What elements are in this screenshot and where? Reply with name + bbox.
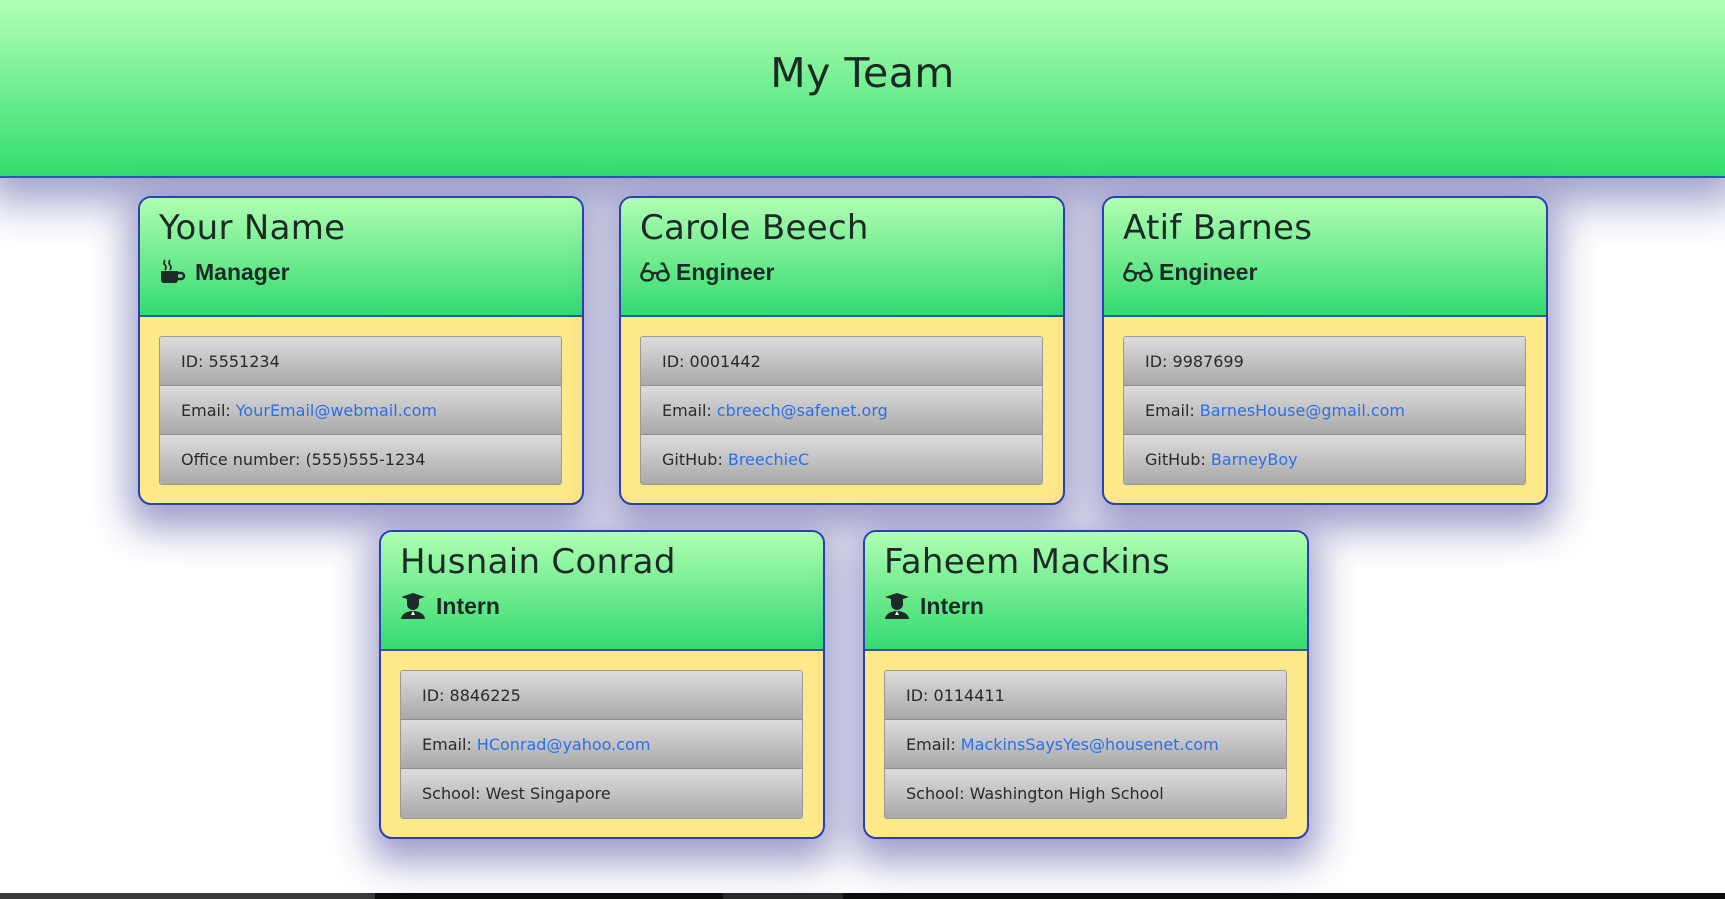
email-prefix: Email:	[662, 400, 712, 420]
email-prefix: Email:	[1145, 400, 1195, 420]
page-header: My Team	[0, 0, 1725, 178]
id-text: ID: 0001442	[662, 351, 761, 371]
employee-card-intern: Husnain Conrad Intern ID: 8846225 Email:…	[379, 530, 825, 839]
id-text: ID: 0114411	[906, 685, 1005, 705]
office-number-prefix: Office number:	[181, 450, 301, 469]
card-header: Faheem Mackins Intern	[865, 532, 1307, 651]
taskbar-segment	[723, 893, 843, 899]
window-bottom-edge	[0, 893, 1725, 899]
email-link[interactable]: YourEmail@webmail.com	[236, 401, 437, 420]
employee-role-label: Intern	[436, 592, 500, 619]
page-title: My Team	[770, 49, 955, 97]
employee-card-manager: Your Name Manager ID: 5551234 Email: You…	[138, 196, 584, 505]
email-item: Email: HConrad@yahoo.com	[401, 720, 802, 769]
graduate-icon	[884, 592, 914, 620]
email-prefix: Email:	[181, 400, 231, 420]
employee-role: Engineer	[1123, 258, 1546, 286]
school-prefix: School:	[422, 784, 481, 803]
glasses-icon	[1123, 258, 1153, 286]
glasses-icon	[640, 258, 670, 286]
card-body: ID: 0114411 Email: MackinsSaysYes@housen…	[865, 651, 1307, 819]
email-item: Email: MackinsSaysYes@housenet.com	[885, 720, 1286, 769]
office-number-value: (555)555-1234	[305, 450, 426, 469]
email-prefix: Email:	[906, 734, 956, 754]
id-item: ID: 5551234	[160, 337, 561, 386]
id-item: ID: 0001442	[641, 337, 1042, 386]
github-prefix: GitHub:	[662, 450, 723, 469]
github-prefix: GitHub:	[1145, 450, 1206, 469]
employee-role-label: Engineer	[676, 258, 775, 285]
email-link[interactable]: BarnesHouse@gmail.com	[1200, 401, 1405, 420]
employee-role-label: Manager	[195, 258, 290, 285]
card-header: Your Name Manager	[140, 198, 582, 317]
employee-name: Faheem Mackins	[884, 542, 1171, 582]
github-link[interactable]: BarneyBoy	[1211, 450, 1298, 469]
taskbar-segment	[0, 893, 375, 899]
id-text: ID: 8846225	[422, 685, 521, 705]
coffee-icon	[159, 258, 189, 286]
graduate-icon	[400, 592, 430, 620]
employee-name: Your Name	[159, 208, 346, 248]
github-link[interactable]: BreechieC	[728, 450, 809, 469]
info-list: ID: 5551234 Email: YourEmail@webmail.com…	[159, 336, 562, 485]
employee-card-intern: Faheem Mackins Intern ID: 0114411 Email:…	[863, 530, 1309, 839]
employee-role-label: Engineer	[1159, 258, 1258, 285]
card-body: ID: 5551234 Email: YourEmail@webmail.com…	[140, 317, 582, 485]
employee-role: Manager	[159, 258, 582, 286]
employee-name: Carole Beech	[640, 208, 869, 248]
info-list: ID: 8846225 Email: HConrad@yahoo.com Sch…	[400, 670, 803, 819]
card-header: Husnain Conrad Intern	[381, 532, 823, 651]
employee-name: Atif Barnes	[1123, 208, 1313, 248]
email-prefix: Email:	[422, 734, 472, 754]
employee-role: Engineer	[640, 258, 1063, 286]
card-header: Atif Barnes Engineer	[1104, 198, 1546, 317]
email-link[interactable]: HConrad@yahoo.com	[477, 735, 651, 754]
github-item: GitHub: BarneyBoy	[1124, 435, 1525, 484]
employee-card-engineer: Carole Beech Engineer ID: 0001442 Email:…	[619, 196, 1065, 505]
info-list: ID: 9987699 Email: BarnesHouse@gmail.com…	[1123, 336, 1526, 485]
info-list: ID: 0114411 Email: MackinsSaysYes@housen…	[884, 670, 1287, 819]
id-item: ID: 0114411	[885, 671, 1286, 720]
employee-role: Intern	[884, 592, 1307, 620]
email-item: Email: YourEmail@webmail.com	[160, 386, 561, 435]
school-prefix: School:	[906, 784, 965, 803]
id-item: ID: 9987699	[1124, 337, 1525, 386]
email-link[interactable]: MackinsSaysYes@housenet.com	[961, 735, 1219, 754]
school-item: School: West Singapore	[401, 769, 802, 818]
school-value: Washington High School	[969, 784, 1164, 803]
card-header: Carole Beech Engineer	[621, 198, 1063, 317]
card-body: ID: 9987699 Email: BarnesHouse@gmail.com…	[1104, 317, 1546, 485]
employee-card-engineer: Atif Barnes Engineer ID: 9987699 Email: …	[1102, 196, 1548, 505]
email-item: Email: BarnesHouse@gmail.com	[1124, 386, 1525, 435]
id-item: ID: 8846225	[401, 671, 802, 720]
email-item: Email: cbreech@safenet.org	[641, 386, 1042, 435]
employee-role-label: Intern	[920, 592, 984, 619]
card-body: ID: 8846225 Email: HConrad@yahoo.com Sch…	[381, 651, 823, 819]
school-value: West Singapore	[485, 784, 611, 803]
github-item: GitHub: BreechieC	[641, 435, 1042, 484]
office-number-item: Office number: (555)555-1234	[160, 435, 561, 484]
id-text: ID: 5551234	[181, 351, 280, 371]
info-list: ID: 0001442 Email: cbreech@safenet.org G…	[640, 336, 1043, 485]
school-item: School: Washington High School	[885, 769, 1286, 818]
card-body: ID: 0001442 Email: cbreech@safenet.org G…	[621, 317, 1063, 485]
id-text: ID: 9987699	[1145, 351, 1244, 371]
employee-name: Husnain Conrad	[400, 542, 676, 582]
email-link[interactable]: cbreech@safenet.org	[717, 401, 888, 420]
employee-role: Intern	[400, 592, 823, 620]
